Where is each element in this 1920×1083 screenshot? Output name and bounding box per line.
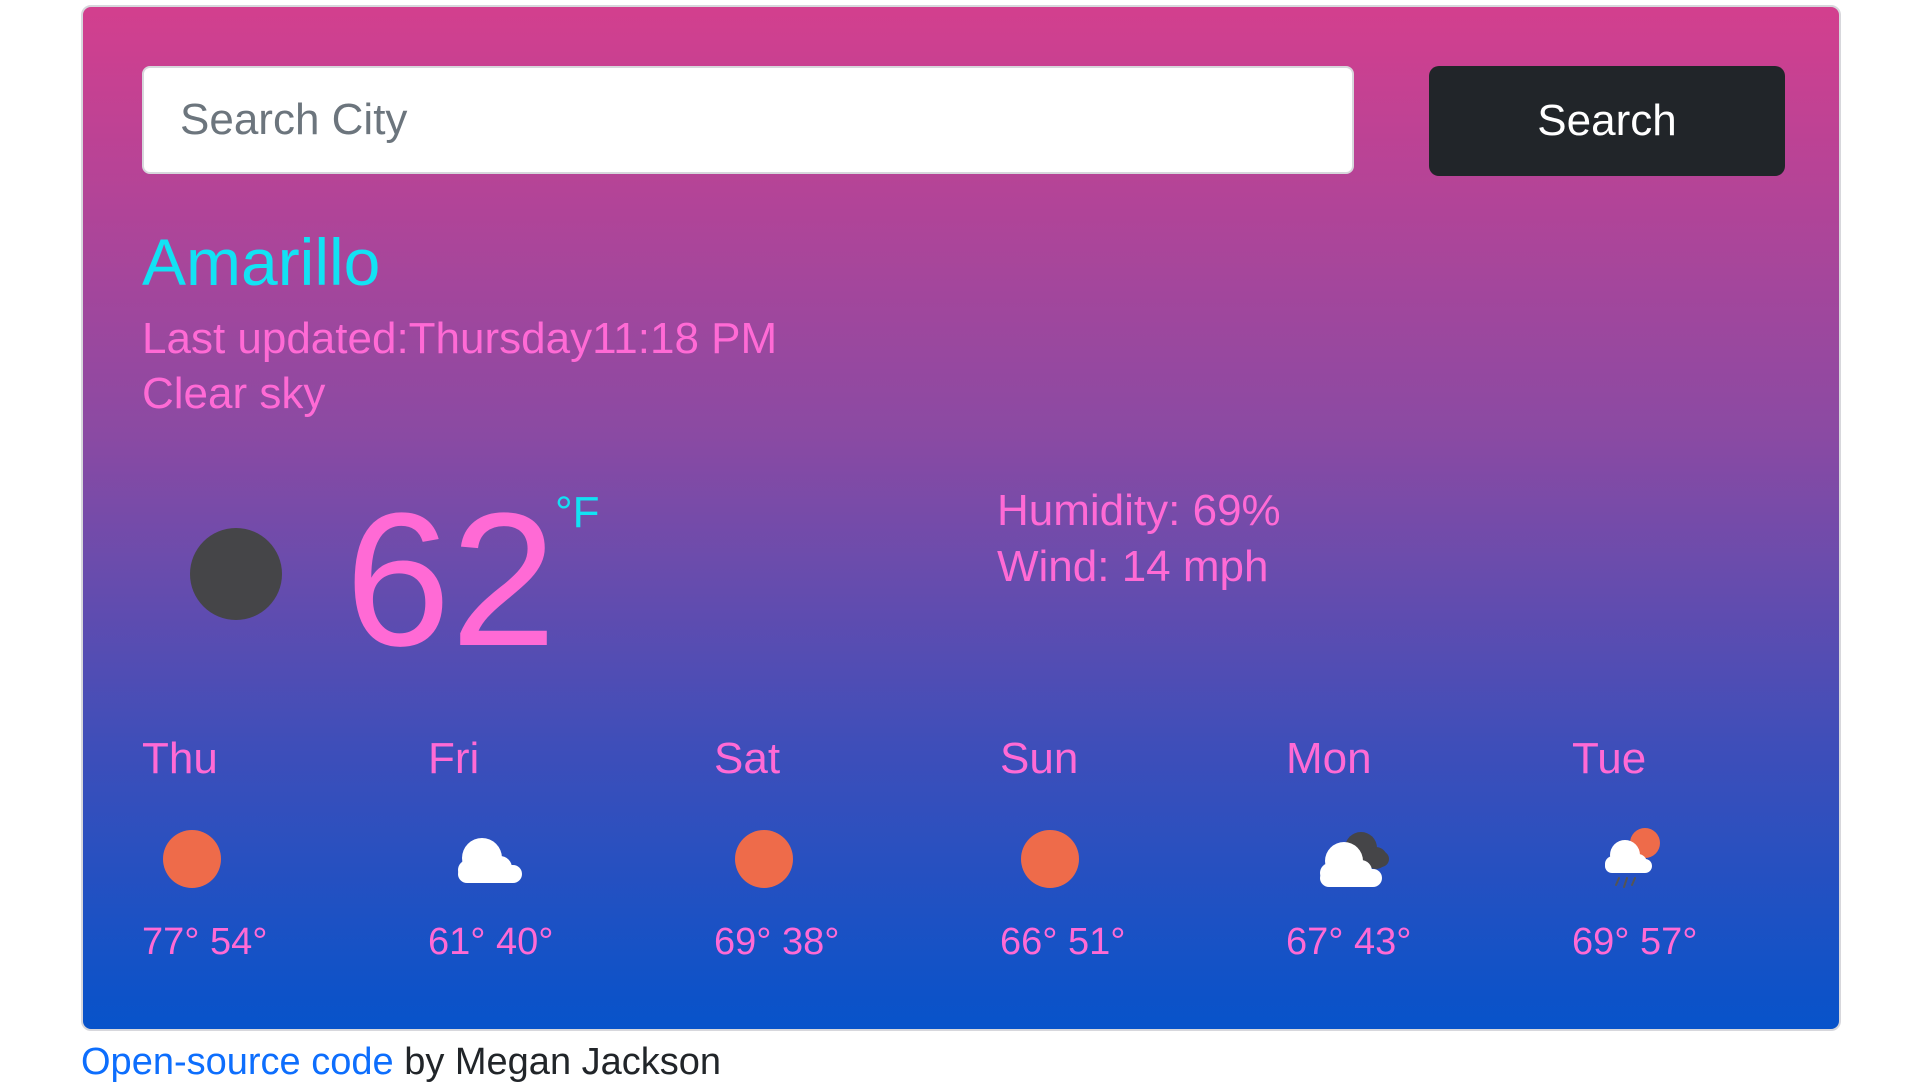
clear-night-icon	[190, 528, 282, 620]
forecast-day-name: Tue	[1572, 734, 1647, 783]
forecast-day-name: Sun	[1000, 734, 1079, 783]
humidity: Humidity: 69%	[997, 486, 1281, 535]
forecast-day-name: Fri	[428, 734, 480, 783]
city-name: Amarillo	[142, 225, 381, 299]
search-city-input[interactable]	[142, 66, 1354, 174]
forecast-day-name: Mon	[1286, 734, 1372, 783]
forecast-temperatures: 61° 40°	[428, 921, 554, 963]
current-temperature: 62	[345, 474, 557, 686]
weather-card: Search Amarillo Last updated:Thursday11:…	[81, 5, 1841, 1031]
forecast-temperatures: 77° 54°	[142, 921, 268, 963]
broken-clouds-icon	[1320, 832, 1389, 887]
cloud-icon	[458, 838, 522, 883]
search-button[interactable]: Search	[1429, 66, 1785, 176]
temperature-unit: °F	[555, 488, 600, 537]
wind-speed: Wind: 14 mph	[997, 542, 1269, 591]
forecast-day-name: Sat	[714, 734, 781, 783]
forecast-temperatures: 69° 57°	[1572, 921, 1698, 963]
sun-icon	[163, 830, 221, 888]
forecast-temperatures: 66° 51°	[1000, 921, 1126, 963]
forecast-day-name: Thu	[142, 734, 218, 783]
sun-icon	[735, 830, 793, 888]
footer: Open-source code by Megan Jackson	[81, 1043, 721, 1081]
forecast-temperatures: 69° 38°	[714, 921, 840, 963]
open-source-link[interactable]: Open-source code	[81, 1041, 394, 1083]
last-updated: Last updated:Thursday11:18 PM	[142, 314, 778, 363]
sun-icon	[1021, 830, 1079, 888]
footer-author: by Megan Jackson	[393, 1041, 722, 1083]
weather-description: Clear sky	[142, 369, 326, 418]
forecast-temperatures: 67° 43°	[1286, 921, 1412, 963]
sun-rain-icon	[1605, 828, 1660, 888]
